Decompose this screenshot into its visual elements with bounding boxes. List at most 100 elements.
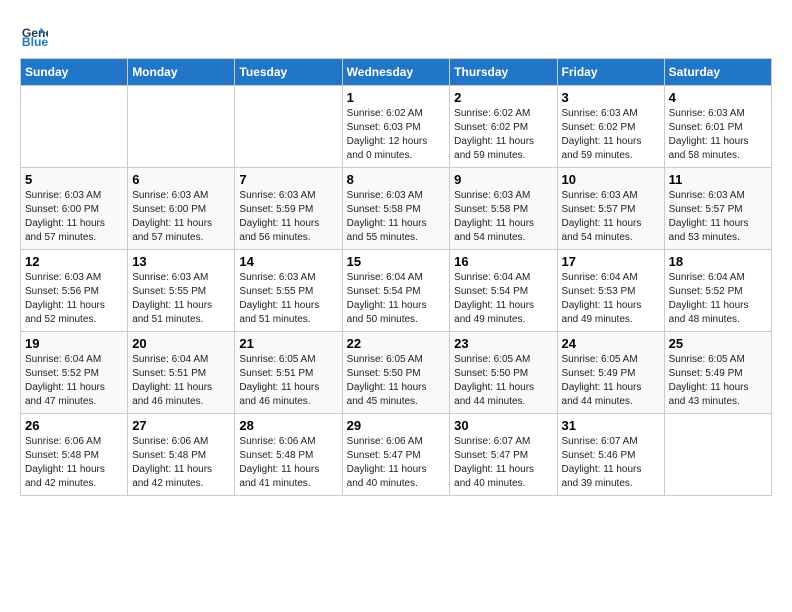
calendar-cell: 5 Sunrise: 6:03 AM Sunset: 6:00 PM Daylig…: [21, 168, 128, 250]
day-info: Sunrise: 6:04 AM Sunset: 5:53 PM Dayligh…: [562, 271, 660, 327]
logo: General Blue: [20, 20, 52, 48]
day-number: 19: [25, 336, 123, 351]
calendar-cell: 19 Sunrise: 6:04 AM Sunset: 5:52 PM Dayli…: [21, 332, 128, 414]
day-info: Sunrise: 6:03 AM Sunset: 6:00 PM Dayligh…: [25, 189, 123, 245]
day-number: 28: [239, 418, 337, 433]
logo-icon: General Blue: [20, 20, 48, 48]
day-number: 3: [562, 90, 660, 105]
day-info: Sunrise: 6:04 AM Sunset: 5:52 PM Dayligh…: [669, 271, 767, 327]
day-number: 17: [562, 254, 660, 269]
calendar-cell: 26 Sunrise: 6:06 AM Sunset: 5:48 PM Dayli…: [21, 414, 128, 496]
day-number: 31: [562, 418, 660, 433]
day-number: 2: [454, 90, 552, 105]
day-info: Sunrise: 6:06 AM Sunset: 5:48 PM Dayligh…: [132, 435, 230, 491]
day-number: 12: [25, 254, 123, 269]
calendar-week: 19 Sunrise: 6:04 AM Sunset: 5:52 PM Dayli…: [21, 332, 772, 414]
day-number: 27: [132, 418, 230, 433]
day-info: Sunrise: 6:04 AM Sunset: 5:51 PM Dayligh…: [132, 353, 230, 409]
day-info: Sunrise: 6:03 AM Sunset: 6:01 PM Dayligh…: [669, 107, 767, 163]
weekday-header: Monday: [128, 59, 235, 86]
calendar-cell: 11 Sunrise: 6:03 AM Sunset: 5:57 PM Dayli…: [664, 168, 771, 250]
calendar-cell: [21, 86, 128, 168]
day-number: 7: [239, 172, 337, 187]
calendar-cell: 3 Sunrise: 6:03 AM Sunset: 6:02 PM Daylig…: [557, 86, 664, 168]
day-number: 10: [562, 172, 660, 187]
day-info: Sunrise: 6:03 AM Sunset: 5:57 PM Dayligh…: [669, 189, 767, 245]
calendar-cell: [664, 414, 771, 496]
day-info: Sunrise: 6:06 AM Sunset: 5:48 PM Dayligh…: [239, 435, 337, 491]
weekday-header: Sunday: [21, 59, 128, 86]
day-info: Sunrise: 6:03 AM Sunset: 6:02 PM Dayligh…: [562, 107, 660, 163]
day-info: Sunrise: 6:06 AM Sunset: 5:48 PM Dayligh…: [25, 435, 123, 491]
day-info: Sunrise: 6:05 AM Sunset: 5:51 PM Dayligh…: [239, 353, 337, 409]
day-number: 14: [239, 254, 337, 269]
day-number: 23: [454, 336, 552, 351]
day-number: 5: [25, 172, 123, 187]
day-number: 29: [347, 418, 446, 433]
calendar-cell: 16 Sunrise: 6:04 AM Sunset: 5:54 PM Dayli…: [450, 250, 557, 332]
calendar-cell: 7 Sunrise: 6:03 AM Sunset: 5:59 PM Daylig…: [235, 168, 342, 250]
calendar-cell: 9 Sunrise: 6:03 AM Sunset: 5:58 PM Daylig…: [450, 168, 557, 250]
day-info: Sunrise: 6:05 AM Sunset: 5:50 PM Dayligh…: [454, 353, 552, 409]
day-number: 8: [347, 172, 446, 187]
calendar-cell: 18 Sunrise: 6:04 AM Sunset: 5:52 PM Dayli…: [664, 250, 771, 332]
day-number: 22: [347, 336, 446, 351]
calendar-cell: 14 Sunrise: 6:03 AM Sunset: 5:55 PM Dayli…: [235, 250, 342, 332]
day-info: Sunrise: 6:03 AM Sunset: 5:55 PM Dayligh…: [239, 271, 337, 327]
day-info: Sunrise: 6:02 AM Sunset: 6:03 PM Dayligh…: [347, 107, 446, 163]
calendar-cell: 28 Sunrise: 6:06 AM Sunset: 5:48 PM Dayli…: [235, 414, 342, 496]
day-info: Sunrise: 6:03 AM Sunset: 5:59 PM Dayligh…: [239, 189, 337, 245]
day-info: Sunrise: 6:04 AM Sunset: 5:52 PM Dayligh…: [25, 353, 123, 409]
calendar-cell: 25Sunrise: 6:05 AM Sunset: 5:49 PM Dayli…: [664, 332, 771, 414]
day-number: 21: [239, 336, 337, 351]
page-header: General Blue: [20, 20, 772, 48]
day-number: 26: [25, 418, 123, 433]
calendar-cell: 30Sunrise: 6:07 AM Sunset: 5:47 PM Dayli…: [450, 414, 557, 496]
calendar-cell: 23 Sunrise: 6:05 AM Sunset: 5:50 PM Dayli…: [450, 332, 557, 414]
day-number: 24: [562, 336, 660, 351]
day-info: Sunrise: 6:04 AM Sunset: 5:54 PM Dayligh…: [454, 271, 552, 327]
calendar-cell: [235, 86, 342, 168]
calendar-cell: 2 Sunrise: 6:02 AM Sunset: 6:02 PM Daylig…: [450, 86, 557, 168]
day-number: 25: [669, 336, 767, 351]
calendar-cell: 4Sunrise: 6:03 AM Sunset: 6:01 PM Daylig…: [664, 86, 771, 168]
calendar-week: 5 Sunrise: 6:03 AM Sunset: 6:00 PM Daylig…: [21, 168, 772, 250]
calendar-cell: 21 Sunrise: 6:05 AM Sunset: 5:51 PM Dayli…: [235, 332, 342, 414]
calendar-cell: 20Sunrise: 6:04 AM Sunset: 5:51 PM Dayli…: [128, 332, 235, 414]
calendar-week: 12Sunrise: 6:03 AM Sunset: 5:56 PM Dayli…: [21, 250, 772, 332]
calendar-cell: 22 Sunrise: 6:05 AM Sunset: 5:50 PM Dayli…: [342, 332, 450, 414]
day-info: Sunrise: 6:03 AM Sunset: 5:55 PM Dayligh…: [132, 271, 230, 327]
day-info: Sunrise: 6:03 AM Sunset: 6:00 PM Dayligh…: [132, 189, 230, 245]
weekday-header: Tuesday: [235, 59, 342, 86]
calendar-cell: [128, 86, 235, 168]
day-number: 6: [132, 172, 230, 187]
day-number: 11: [669, 172, 767, 187]
day-info: Sunrise: 6:07 AM Sunset: 5:47 PM Dayligh…: [454, 435, 552, 491]
calendar-cell: 1 Sunrise: 6:02 AM Sunset: 6:03 PM Daylig…: [342, 86, 450, 168]
calendar-cell: 29 Sunrise: 6:06 AM Sunset: 5:47 PM Dayli…: [342, 414, 450, 496]
day-info: Sunrise: 6:05 AM Sunset: 5:50 PM Dayligh…: [347, 353, 446, 409]
weekday-header: Thursday: [450, 59, 557, 86]
calendar-table: SundayMondayTuesdayWednesdayThursdayFrid…: [20, 58, 772, 496]
day-number: 1: [347, 90, 446, 105]
calendar-cell: 15 Sunrise: 6:04 AM Sunset: 5:54 PM Dayli…: [342, 250, 450, 332]
day-info: Sunrise: 6:03 AM Sunset: 5:58 PM Dayligh…: [347, 189, 446, 245]
day-info: Sunrise: 6:02 AM Sunset: 6:02 PM Dayligh…: [454, 107, 552, 163]
day-number: 15: [347, 254, 446, 269]
day-number: 9: [454, 172, 552, 187]
day-info: Sunrise: 6:03 AM Sunset: 5:58 PM Dayligh…: [454, 189, 552, 245]
calendar-header: SundayMondayTuesdayWednesdayThursdayFrid…: [21, 59, 772, 86]
day-info: Sunrise: 6:04 AM Sunset: 5:54 PM Dayligh…: [347, 271, 446, 327]
weekday-header: Saturday: [664, 59, 771, 86]
day-number: 13: [132, 254, 230, 269]
calendar-week: 1 Sunrise: 6:02 AM Sunset: 6:03 PM Daylig…: [21, 86, 772, 168]
day-number: 18: [669, 254, 767, 269]
calendar-cell: 24 Sunrise: 6:05 AM Sunset: 5:49 PM Dayli…: [557, 332, 664, 414]
day-info: Sunrise: 6:03 AM Sunset: 5:57 PM Dayligh…: [562, 189, 660, 245]
day-number: 16: [454, 254, 552, 269]
calendar-cell: 27 Sunrise: 6:06 AM Sunset: 5:48 PM Dayli…: [128, 414, 235, 496]
day-info: Sunrise: 6:05 AM Sunset: 5:49 PM Dayligh…: [562, 353, 660, 409]
svg-text:Blue: Blue: [22, 35, 48, 48]
weekday-header: Wednesday: [342, 59, 450, 86]
day-info: Sunrise: 6:06 AM Sunset: 5:47 PM Dayligh…: [347, 435, 446, 491]
